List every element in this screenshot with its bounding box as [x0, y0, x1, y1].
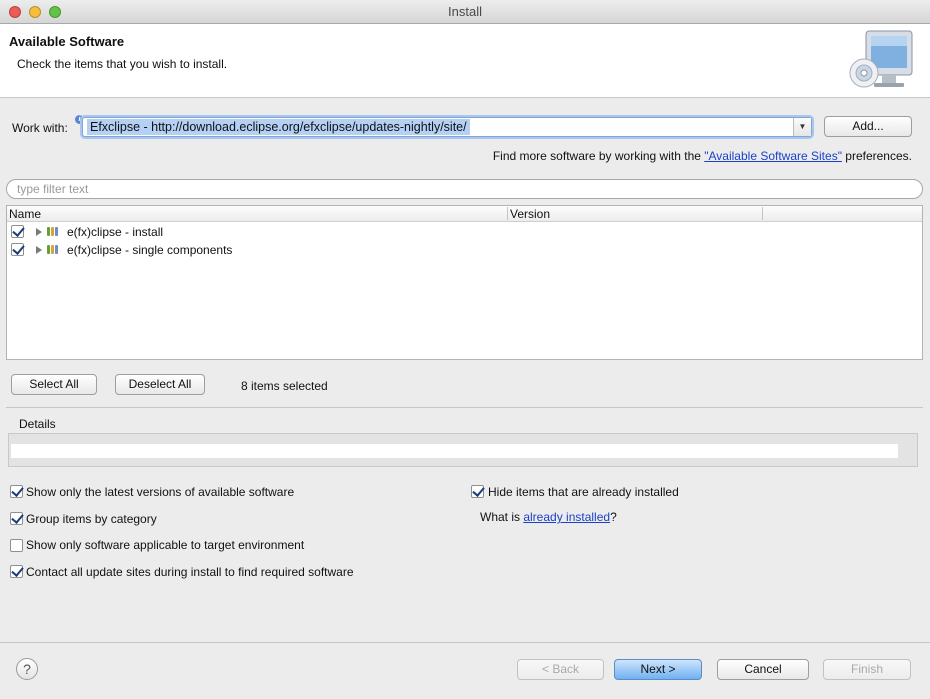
details-text-area[interactable] [11, 444, 898, 458]
close-window-button[interactable] [9, 6, 21, 18]
select-all-button[interactable]: Select All [11, 374, 97, 395]
available-software-sites-link[interactable]: "Available Software Sites" [704, 149, 842, 163]
target-environment-label[interactable]: Show only software applicable to target … [26, 538, 304, 552]
add-site-button[interactable]: Add... [824, 116, 912, 137]
already-installed-link[interactable]: already installed [523, 510, 610, 524]
column-header-name[interactable]: Name [9, 207, 41, 221]
selection-status: 8 items selected [241, 379, 328, 393]
column-separator [762, 207, 763, 220]
window-title: Install [448, 4, 482, 19]
header-banner: Available Software Check the items that … [0, 24, 930, 98]
contact-update-sites-label[interactable]: Contact all update sites during install … [26, 565, 354, 579]
cancel-button[interactable]: Cancel [717, 659, 809, 680]
column-header-version[interactable]: Version [510, 207, 550, 221]
what-is-installed-line: What is already installed? [480, 510, 617, 524]
work-with-label: Work with: [12, 121, 68, 135]
back-button[interactable]: < Back [517, 659, 604, 680]
zoom-window-button[interactable] [49, 6, 61, 18]
column-separator [507, 207, 508, 220]
latest-versions-label[interactable]: Show only the latest versions of availab… [26, 485, 294, 499]
latest-versions-checkbox[interactable] [10, 485, 23, 498]
what-is-prefix: What is [480, 510, 524, 524]
chevron-down-icon[interactable]: ▼ [793, 118, 811, 136]
category-icon [47, 227, 62, 236]
expand-triangle-icon[interactable] [36, 228, 42, 236]
row-name: e(fx)clipse - install [67, 225, 164, 239]
hide-installed-checkbox[interactable] [471, 485, 484, 498]
more-software-prefix: Find more software by working with the [492, 149, 705, 163]
contact-update-sites-checkbox[interactable] [10, 565, 23, 578]
details-panel [8, 433, 918, 467]
hide-installed-label[interactable]: Hide items that are already installed [488, 485, 679, 499]
minimize-window-button[interactable] [29, 6, 41, 18]
monitor-cd-icon [849, 30, 913, 88]
more-software-suffix: preferences. [841, 149, 912, 163]
help-button[interactable]: ? [16, 658, 38, 680]
software-tree-table[interactable]: Name Version e(fx)clipse - install e(fx)… [6, 205, 923, 360]
group-by-category-label[interactable]: Group items by category [26, 512, 157, 526]
row-checkbox[interactable] [11, 243, 24, 256]
expand-triangle-icon[interactable] [36, 246, 42, 254]
separator [6, 407, 923, 408]
title-bar: Install [0, 0, 930, 24]
details-label: Details [19, 417, 56, 431]
table-row[interactable]: e(fx)clipse - single components [7, 241, 922, 259]
row-name: e(fx)clipse - single components [67, 243, 233, 257]
what-is-suffix: ? [610, 510, 617, 524]
page-title: Available Software [9, 34, 125, 49]
filter-input[interactable] [17, 180, 897, 198]
footer-separator [0, 642, 930, 643]
finish-button[interactable]: Finish [823, 659, 911, 680]
filter-field[interactable] [6, 179, 923, 199]
deselect-all-button[interactable]: Deselect All [115, 374, 205, 395]
work-with-value[interactable]: Efxclipse - http://download.eclipse.org/… [87, 119, 470, 135]
category-icon [47, 245, 62, 254]
target-environment-checkbox[interactable] [10, 539, 23, 552]
table-header: Name Version [7, 206, 922, 222]
group-by-category-checkbox[interactable] [10, 512, 23, 525]
row-checkbox[interactable] [11, 225, 24, 238]
work-with-combo[interactable]: Efxclipse - http://download.eclipse.org/… [82, 117, 812, 137]
more-software-line: Find more software by working with the "… [493, 149, 912, 163]
table-row[interactable]: e(fx)clipse - install [7, 223, 922, 241]
next-button[interactable]: Next > [614, 659, 702, 680]
page-subtitle: Check the items that you wish to install… [17, 57, 228, 71]
